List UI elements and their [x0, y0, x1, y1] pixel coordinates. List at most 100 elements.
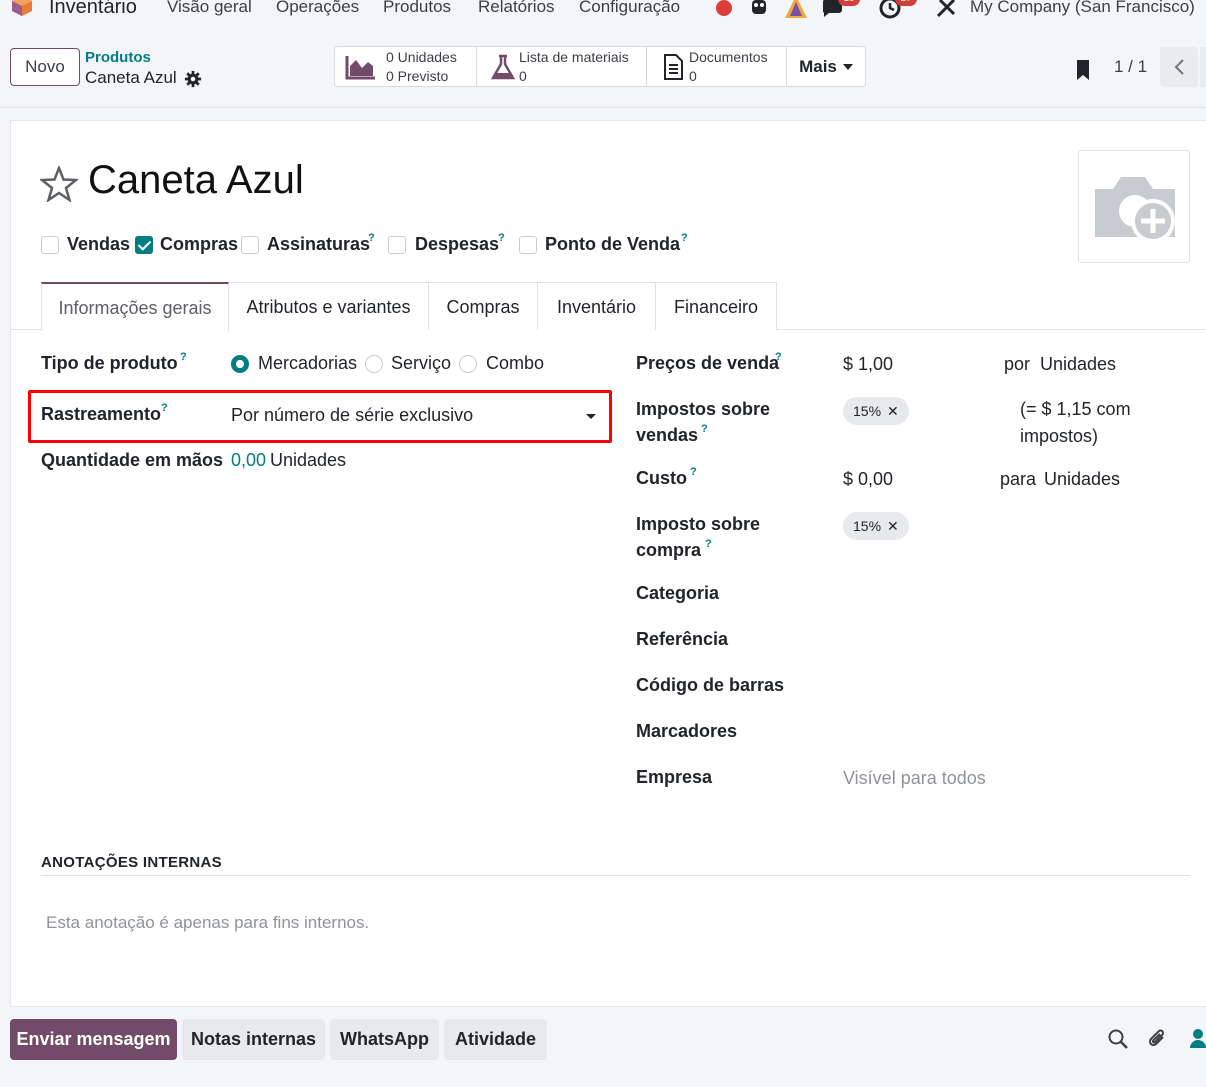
qty-on-hand-value[interactable]: 0,00 — [231, 450, 266, 471]
documents-smart-button[interactable]: Documentos 0 — [647, 47, 787, 86]
radio-servico[interactable] — [365, 355, 383, 373]
breadcrumb-current: Caneta Azul — [85, 68, 177, 87]
checkbox-vendas[interactable] — [41, 236, 59, 254]
label-compras[interactable]: Compras — [160, 234, 238, 255]
document-icon — [664, 54, 683, 80]
qty-on-hand-label: Quantidade em mãos — [41, 450, 224, 470]
help-tooltip[interactable]: ? — [701, 423, 708, 435]
barcode-label: Código de barras — [636, 675, 785, 695]
gear-icon[interactable] — [184, 70, 202, 88]
pager-next-button[interactable] — [1200, 47, 1206, 87]
send-message-button[interactable]: Enviar mensagem — [10, 1019, 177, 1060]
internal-notes-title: ANOTAÇÕES INTERNAS — [41, 854, 222, 871]
sale-price-value[interactable]: $ 1,00 — [843, 354, 893, 375]
pager-value[interactable]: 1 / 1 — [1114, 57, 1147, 77]
company-switcher[interactable]: My Company (San Francisco) — [970, 0, 1195, 17]
forecast-predicted: 0 Previsto — [386, 68, 449, 84]
paperclip-icon[interactable] — [1147, 1028, 1169, 1050]
product-name[interactable]: Caneta Azul — [88, 158, 304, 203]
sales-tax-tag[interactable]: 15% ✕ — [843, 397, 909, 425]
documents-label: Documentos — [689, 49, 768, 65]
label-assinaturas[interactable]: Assinaturas — [267, 234, 370, 255]
chevron-down-icon — [842, 63, 853, 70]
radio-mercadorias[interactable] — [231, 355, 249, 373]
purchase-tax-tag[interactable]: 15% ✕ — [843, 512, 909, 540]
product-image[interactable] — [1078, 150, 1190, 263]
help-tooltip[interactable]: ? — [161, 402, 168, 414]
inventory-app-icon[interactable] — [10, 0, 34, 18]
menu-products[interactable]: Produtos — [383, 0, 451, 17]
cost-per: para — [1000, 469, 1037, 489]
chevron-left-icon — [1174, 59, 1184, 75]
record-icon[interactable] — [714, 0, 734, 20]
help-tooltip[interactable]: ? — [681, 232, 688, 244]
company-field[interactable]: Visível para todos — [843, 768, 986, 789]
purchase-tax-label-line2: compra — [636, 540, 702, 560]
bookmark-icon[interactable] — [1074, 58, 1092, 82]
close-icon[interactable]: ✕ — [887, 403, 899, 419]
label-ponto-de-venda[interactable]: Ponto de Venda — [545, 234, 680, 255]
menu-overview[interactable]: Visão geral — [167, 0, 252, 17]
help-tooltip[interactable]: ? — [368, 232, 375, 244]
label-despesas[interactable]: Despesas — [415, 234, 499, 255]
tab-attributes-variants[interactable]: Atributos e variantes — [228, 282, 429, 330]
more-label: Mais — [799, 56, 837, 76]
menu-configuration[interactable]: Configuração — [579, 0, 680, 17]
tab-inventory[interactable]: Inventário — [537, 282, 656, 330]
activity-button[interactable]: Atividade — [444, 1019, 547, 1060]
close-icon[interactable]: ✕ — [887, 518, 899, 534]
tracking-select[interactable]: Por número de série exclusivo — [231, 405, 473, 426]
checkbox-ponto-de-venda[interactable] — [519, 236, 537, 254]
checkbox-despesas[interactable] — [388, 236, 406, 254]
help-tooltip[interactable]: ? — [690, 466, 697, 478]
category-label: Categoria — [636, 583, 720, 603]
studio-icon[interactable] — [783, 0, 809, 20]
purchase-tax-label-line1: Imposto sobre — [636, 514, 761, 534]
star-icon[interactable] — [40, 166, 78, 202]
menu-reports[interactable]: Relatórios — [478, 0, 555, 17]
forecast-smart-button[interactable]: 0 Unidades 0 Previsto — [335, 47, 477, 86]
company-label: Empresa — [636, 767, 713, 787]
tab-accounting[interactable]: Financeiro — [655, 282, 777, 330]
radio-combo[interactable] — [459, 355, 477, 373]
followers-icon[interactable] — [1190, 1028, 1206, 1050]
help-tooltip[interactable]: ? — [775, 351, 782, 363]
app-name[interactable]: Inventário — [49, 0, 137, 19]
checkbox-assinaturas[interactable] — [241, 236, 259, 254]
radio-label-mercadorias[interactable]: Mercadorias — [258, 353, 357, 374]
sales-tax-tag-label: 15% — [853, 403, 882, 419]
forecast-units: 0 Unidades — [386, 49, 457, 65]
menu-operations[interactable]: Operações — [276, 0, 359, 17]
internal-notes-divider — [41, 875, 1190, 876]
sale-price-per: por — [1004, 354, 1031, 374]
checkbox-compras[interactable] — [135, 236, 153, 254]
help-tooltip[interactable]: ? — [498, 232, 505, 244]
radio-label-servico[interactable]: Serviço — [391, 353, 451, 374]
reference-label: Referência — [636, 629, 729, 649]
bom-smart-button[interactable]: Lista de materiais 0 — [477, 47, 647, 86]
tags-label: Marcadores — [636, 721, 738, 741]
more-smart-button[interactable]: Mais — [787, 47, 865, 86]
bug-icon[interactable] — [746, 0, 772, 20]
whatsapp-button[interactable]: WhatsApp — [330, 1019, 439, 1060]
tab-purchase[interactable]: Compras — [428, 282, 538, 330]
log-note-button[interactable]: Notas internas — [182, 1019, 325, 1060]
help-tooltip[interactable]: ? — [705, 538, 712, 550]
tab-general-info[interactable]: Informações gerais — [41, 282, 229, 331]
help-tooltip[interactable]: ? — [180, 351, 187, 363]
radio-label-combo[interactable]: Combo — [486, 353, 544, 374]
pager-previous-button[interactable] — [1160, 47, 1198, 87]
bom-count: 0 — [519, 68, 527, 84]
new-button[interactable]: Novo — [10, 48, 80, 86]
chevron-down-icon[interactable] — [586, 414, 596, 419]
cost-value[interactable]: $ 0,00 — [843, 469, 893, 490]
breadcrumb-parent[interactable]: Produtos — [85, 49, 151, 66]
tools-icon[interactable] — [934, 0, 960, 20]
label-vendas[interactable]: Vendas — [67, 234, 130, 255]
internal-notes-field[interactable]: Esta anotação é apenas para fins interno… — [46, 913, 369, 933]
search-icon[interactable] — [1107, 1028, 1129, 1050]
qty-on-hand-unit: Unidades — [270, 450, 347, 470]
purchase-tax-tag-label: 15% — [853, 518, 882, 534]
cost-label: Custo — [636, 468, 687, 488]
flask-icon — [490, 54, 516, 80]
